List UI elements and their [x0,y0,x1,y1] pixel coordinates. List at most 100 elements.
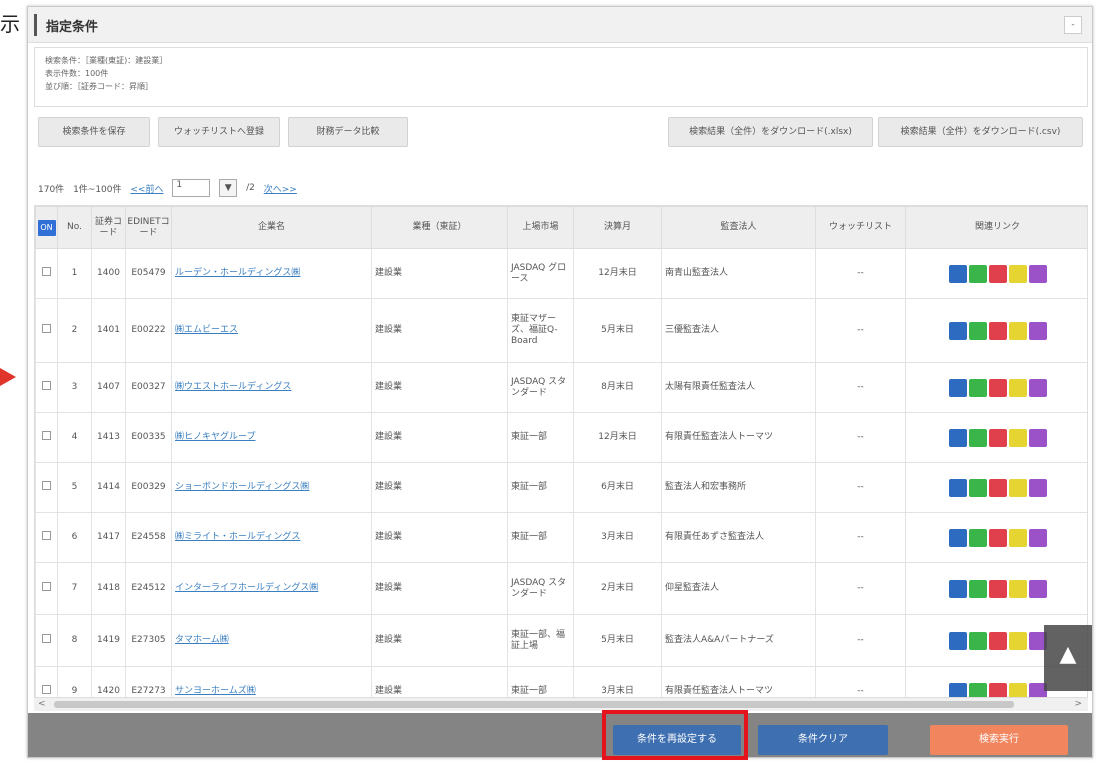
download-xlsx-button[interactable]: 検索結果（全件）をダウンロード(.xlsx) [668,117,873,147]
scroll-to-top-button[interactable]: ▲ [1044,625,1092,691]
company-info-icon[interactable] [948,579,967,598]
page-select-arrow-icon[interactable]: ▼ [219,179,238,197]
scroll-left-icon[interactable]: < [38,699,46,709]
row-checkbox[interactable] [42,582,51,591]
table-row: 7 1418 E24512 インターライフホールディングス㈱ 建設業 JASDAQ スタン… [35,562,1087,615]
table-row: 5 1414 E00329 ショーボンドホールディングス㈱ 建設業 東証一部 6月末日 監査法… [35,462,1087,513]
financial-data-icon[interactable] [968,579,987,598]
report-icon[interactable] [988,478,1007,497]
company-info-icon[interactable] [948,378,967,397]
report-icon[interactable] [988,528,1007,547]
profile-icon[interactable] [1028,528,1047,547]
financial-data-icon[interactable] [968,264,987,283]
note-icon[interactable] [1008,478,1027,497]
table-row: 3 1407 E00327 ㈱ウエストホールディングス 建設業 JASDAQ スタンダード… [35,362,1087,413]
row-checkbox[interactable] [42,634,51,643]
checkbox-cell[interactable] [35,462,58,513]
company-name-link[interactable]: ショーボンドホールディングス㈱ [171,462,372,513]
watchlist-status: -- [815,362,906,413]
company-info-icon[interactable] [948,321,967,340]
checkbox-cell[interactable] [35,248,58,299]
search-button[interactable]: 検索実行 [930,725,1068,755]
company-name-link[interactable]: ㈱ウエストホールディングス [171,362,372,413]
header-market[interactable]: 上場市場 [507,206,574,249]
header-industry[interactable]: 業種（東証） [371,206,508,249]
download-csv-button[interactable]: 検索結果（全件）をダウンロード(.csv) [878,117,1083,147]
note-icon[interactable] [1008,321,1027,340]
security-code: 1407 [91,362,126,413]
company-name-link[interactable]: ㈱ミライト・ホールディングス [171,512,372,563]
company-info-icon[interactable] [948,631,967,650]
financial-data-icon[interactable] [968,528,987,547]
report-icon[interactable] [988,264,1007,283]
row-checkbox[interactable] [42,481,51,490]
header-edinet[interactable]: EDINETコード [125,206,172,249]
report-icon[interactable] [988,321,1007,340]
company-name-link[interactable]: ルーデン・ホールディングス㈱ [171,248,372,299]
note-icon[interactable] [1008,264,1027,283]
compare-financials-button[interactable]: 財務データ比較 [288,117,408,147]
edinet-code: E27305 [125,614,172,667]
industry: 建設業 [371,562,508,615]
row-checkbox[interactable] [42,431,51,440]
fiscal-month: 6月末日 [573,462,662,513]
prev-page-link[interactable]: <<前へ [130,182,163,195]
add-watchlist-button[interactable]: ウォッチリストへ登録 [158,117,280,147]
horizontal-scrollbar[interactable]: < > [34,697,1088,711]
checkbox-cell[interactable] [35,614,58,667]
profile-icon[interactable] [1028,321,1047,340]
profile-icon[interactable] [1028,378,1047,397]
checkbox-cell[interactable] [35,512,58,563]
report-icon[interactable] [988,428,1007,447]
row-checkbox[interactable] [42,381,51,390]
report-icon[interactable] [988,579,1007,598]
profile-icon[interactable] [1028,579,1047,598]
company-info-icon[interactable] [948,264,967,283]
company-name-link[interactable]: ㈱エムビーエス [171,298,372,363]
financial-data-icon[interactable] [968,478,987,497]
row-checkbox[interactable] [42,267,51,276]
header-on[interactable]: ON [35,206,58,249]
collapse-button[interactable]: - [1064,16,1082,34]
checkbox-cell[interactable] [35,362,58,413]
company-name-link[interactable]: インターライフホールディングス㈱ [171,562,372,615]
financial-data-icon[interactable] [968,631,987,650]
report-icon[interactable] [988,631,1007,650]
report-icon[interactable] [988,378,1007,397]
next-page-link[interactable]: 次へ>> [264,182,297,195]
header-company[interactable]: 企業名 [171,206,372,249]
select-all-badge[interactable]: ON [37,219,56,236]
profile-icon[interactable] [1028,428,1047,447]
company-info-icon[interactable] [948,428,967,447]
header-code[interactable]: 証券コード [91,206,126,249]
checkbox-cell[interactable] [35,562,58,615]
financial-data-icon[interactable] [968,428,987,447]
financial-data-icon[interactable] [968,378,987,397]
row-checkbox[interactable] [42,531,51,540]
note-icon[interactable] [1008,528,1027,547]
scrollbar-thumb[interactable] [54,701,1014,708]
header-fiscal[interactable]: 決算月 [573,206,662,249]
note-icon[interactable] [1008,378,1027,397]
financial-data-icon[interactable] [968,321,987,340]
profile-icon[interactable] [1028,478,1047,497]
row-checkbox[interactable] [42,324,51,333]
row-checkbox[interactable] [42,685,51,694]
related-links [905,512,1087,563]
edinet-code: E00222 [125,298,172,363]
company-name-link[interactable]: ㈱ヒノキヤグループ [171,412,372,463]
page-number-input[interactable]: 1 [172,179,211,197]
company-name-link[interactable]: タマホーム㈱ [171,614,372,667]
save-conditions-button[interactable]: 検索条件を保存 [38,117,150,147]
company-info-icon[interactable] [948,528,967,547]
header-auditor[interactable]: 監査法人 [661,206,816,249]
scroll-right-icon[interactable]: > [1074,699,1082,709]
clear-conditions-button[interactable]: 条件クリア [758,725,888,755]
note-icon[interactable] [1008,428,1027,447]
company-info-icon[interactable] [948,478,967,497]
checkbox-cell[interactable] [35,298,58,363]
note-icon[interactable] [1008,631,1027,650]
note-icon[interactable] [1008,579,1027,598]
checkbox-cell[interactable] [35,412,58,463]
profile-icon[interactable] [1028,264,1047,283]
